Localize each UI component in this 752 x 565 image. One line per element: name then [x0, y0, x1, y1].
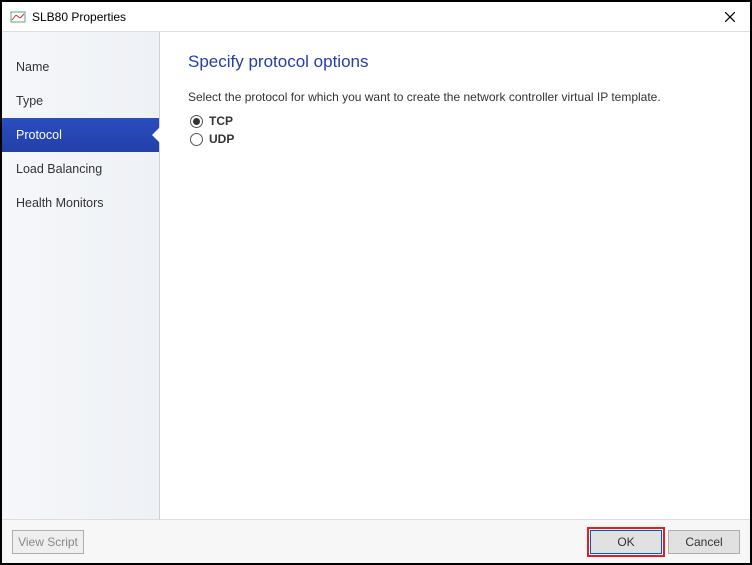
ok-button[interactable]: OK [590, 530, 662, 554]
sidebar-item-type[interactable]: Type [2, 84, 159, 118]
sidebar-item-label: Name [16, 60, 49, 74]
titlebar: SLB80 Properties [2, 2, 750, 32]
dialog-footer: View Script OK Cancel [2, 519, 750, 563]
protocol-radio-group: TCP UDP [190, 114, 722, 146]
sidebar-item-label: Protocol [16, 128, 62, 142]
sidebar-item-protocol[interactable]: Protocol [2, 118, 159, 152]
sidebar-item-label: Load Balancing [16, 162, 102, 176]
sidebar: Name Type Protocol Load Balancing Health… [2, 32, 160, 519]
cancel-button[interactable]: Cancel [668, 530, 740, 554]
radio-button-icon [190, 133, 203, 146]
sidebar-item-label: Type [16, 94, 43, 108]
sidebar-item-health-monitors[interactable]: Health Monitors [2, 186, 159, 220]
radio-tcp[interactable]: TCP [190, 114, 722, 128]
page-title: Specify protocol options [188, 52, 722, 72]
sidebar-item-load-balancing[interactable]: Load Balancing [2, 152, 159, 186]
radio-label: UDP [209, 132, 234, 146]
radio-button-icon [190, 115, 203, 128]
view-script-button[interactable]: View Script [12, 530, 84, 554]
radio-udp[interactable]: UDP [190, 132, 722, 146]
sidebar-item-label: Health Monitors [16, 196, 104, 210]
close-icon[interactable] [718, 5, 742, 29]
window-title: SLB80 Properties [32, 10, 718, 24]
sidebar-item-name[interactable]: Name [2, 50, 159, 84]
main-panel: Specify protocol options Select the prot… [160, 32, 750, 519]
radio-label: TCP [209, 114, 233, 128]
dialog-body: Name Type Protocol Load Balancing Health… [2, 32, 750, 519]
page-description: Select the protocol for which you want t… [188, 90, 722, 104]
app-icon [10, 9, 26, 25]
